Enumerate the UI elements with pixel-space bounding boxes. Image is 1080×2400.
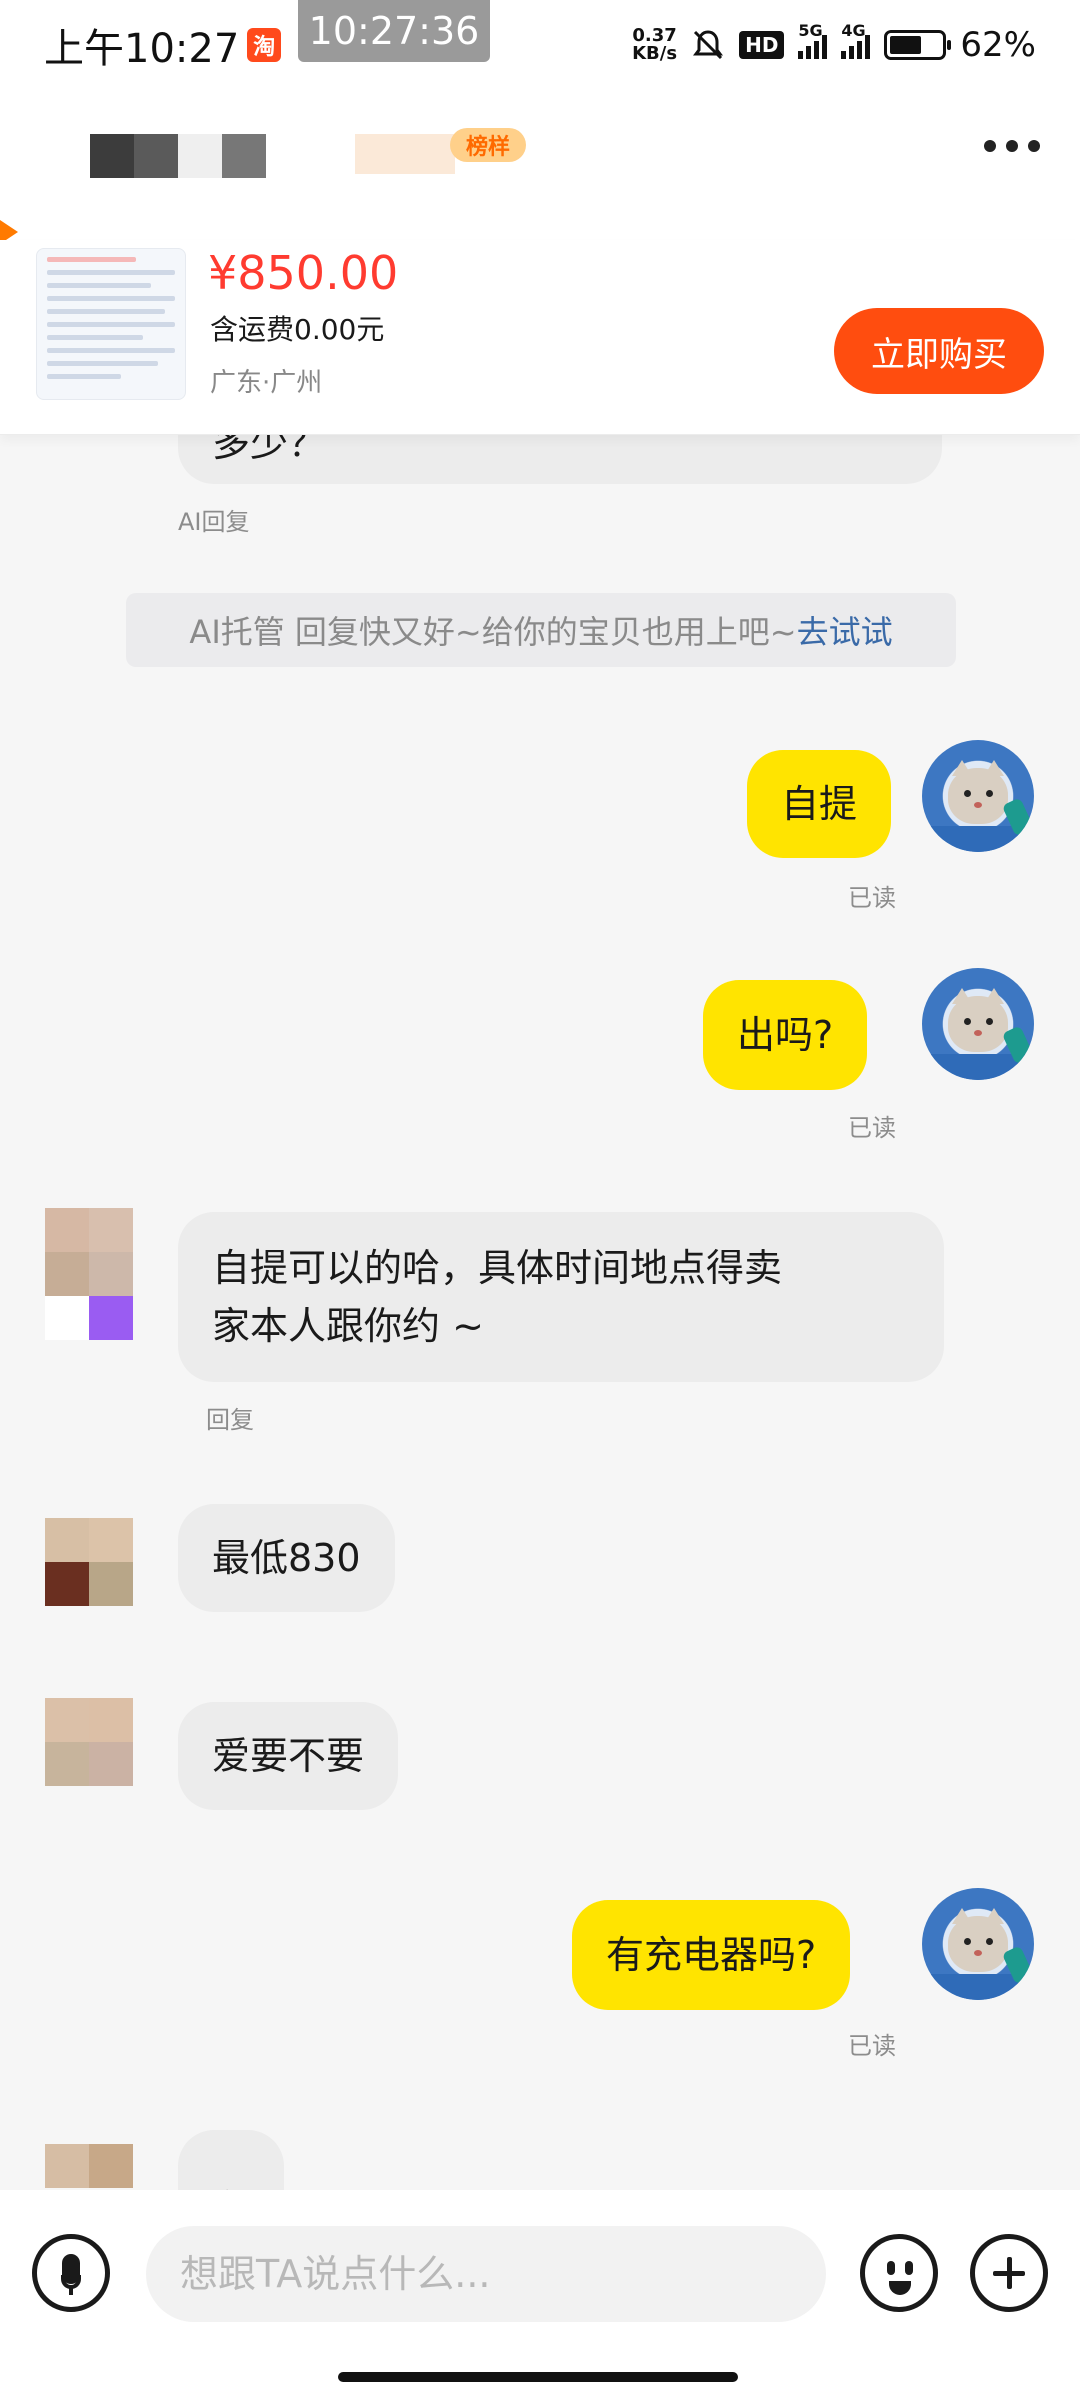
shipping-fee: 含运费0.00元 xyxy=(210,313,385,346)
taobao-app-icon: 淘 xyxy=(247,28,282,62)
seller-avatar[interactable] xyxy=(45,1208,133,1340)
my-avatar[interactable] xyxy=(922,968,1034,1080)
product-price: ¥850.00 xyxy=(208,246,399,300)
emoji-icon[interactable] xyxy=(860,2234,938,2312)
message-text: 爱要不要 xyxy=(212,1734,365,1778)
more-dots-icon[interactable] xyxy=(984,140,1040,152)
ai-promo-note: AI托管 回复快又好~给你的宝贝也用上吧~ 去试试 xyxy=(126,593,956,667)
read-status: 已读 xyxy=(848,884,896,912)
read-status: 已读 xyxy=(848,2032,896,2060)
signal-4g-icon: 4G xyxy=(841,21,871,59)
sim1-label: 5G xyxy=(798,21,823,40)
message-text: 出吗? xyxy=(737,1013,834,1057)
signal-5g-icon: 5G xyxy=(798,21,828,59)
hd-badge: HD xyxy=(739,31,785,59)
seller-badge: 榜样 xyxy=(450,128,527,162)
my-message-bubble[interactable]: 有充电器吗? xyxy=(572,1900,851,2010)
reply-label: 回复 xyxy=(206,1406,254,1434)
seller-message-bubble[interactable]: 爱要不要 xyxy=(178,1702,399,1810)
message-text: 最低830 xyxy=(212,1536,361,1580)
microphone-icon[interactable] xyxy=(32,2234,110,2312)
message-text: 有充电器吗? xyxy=(606,1933,817,1977)
message-text: 自提 xyxy=(781,782,858,826)
product-card[interactable]: ¥850.00 含运费0.00元 广东·广州 立即购买 xyxy=(0,240,1080,435)
home-indicator[interactable] xyxy=(338,2372,738,2382)
try-it-link[interactable]: 去试试 xyxy=(797,607,893,653)
seller-name-redacted-2 xyxy=(355,134,455,174)
plus-icon[interactable] xyxy=(970,2234,1048,2312)
battery-percent: 62% xyxy=(960,25,1036,65)
my-avatar[interactable] xyxy=(922,740,1034,852)
seller-message-bubble[interactable]: 自提可以的哈，具体时间地点得卖 家本人跟你约 ~ xyxy=(178,1212,944,1382)
read-status: 已读 xyxy=(848,1114,896,1142)
product-location: 广东·广州 xyxy=(210,368,323,398)
ai-reply-label: AI回复 xyxy=(178,508,250,536)
product-thumbnail[interactable] xyxy=(36,248,186,400)
my-message-bubble[interactable]: 出吗? xyxy=(703,980,868,1090)
status-time: 上午10:27 xyxy=(44,26,240,72)
input-bar xyxy=(0,2190,1080,2400)
clock-pill: 10:27:36 xyxy=(298,0,490,62)
seller-name-redacted xyxy=(90,134,266,178)
bell-muted-icon xyxy=(693,30,724,60)
chat-header: 榜样 xyxy=(0,90,1080,244)
seller-message-bubble[interactable]: 最低830 xyxy=(178,1504,395,1612)
status-indicators: 0.37 KB/s HD 5G 4G 62% xyxy=(632,21,1036,65)
my-message-bubble[interactable]: 自提 xyxy=(747,750,892,858)
battery-fill xyxy=(890,36,922,54)
my-avatar[interactable] xyxy=(922,1888,1034,2000)
message-input[interactable] xyxy=(146,2226,826,2322)
promo-text: AI托管 回复快又好~给你的宝贝也用上吧~ xyxy=(189,613,797,651)
battery-icon xyxy=(884,30,952,60)
net-speed-unit: KB/s xyxy=(632,43,678,64)
seller-avatar[interactable] xyxy=(45,1698,133,1786)
seller-avatar[interactable] xyxy=(45,1518,133,1606)
sim2-label: 4G xyxy=(841,21,866,40)
status-bar: 上午10:27 淘 10:27:36 0.37 KB/s HD 5G 4G 62… xyxy=(0,0,1080,90)
net-speed: 0.37 KB/s xyxy=(632,27,677,63)
message-text-line2: 家本人跟你约 ~ xyxy=(212,1304,484,1348)
seller-avatar[interactable] xyxy=(45,2144,133,2190)
message-text-line1: 自提可以的哈，具体时间地点得卖 xyxy=(212,1246,783,1290)
buy-now-button[interactable]: 立即购买 xyxy=(834,308,1044,394)
